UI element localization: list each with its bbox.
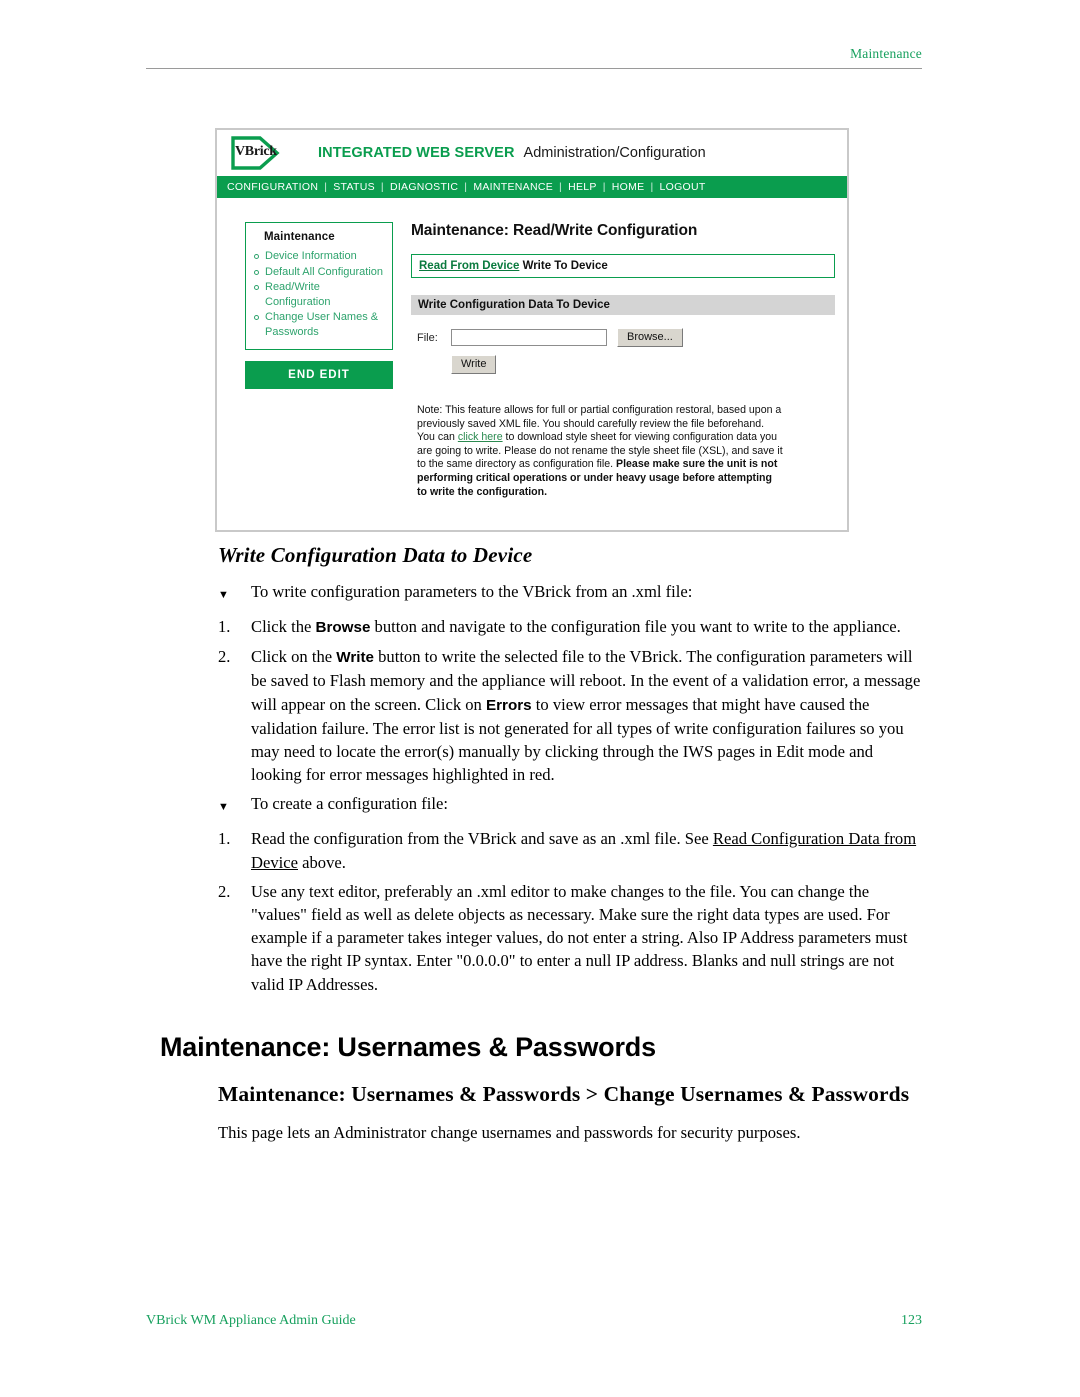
- sidebar-item-default-all-configuration[interactable]: Default All Configuration: [254, 265, 384, 280]
- nav-item-status[interactable]: STATUS: [333, 181, 375, 193]
- iws-sidebar: Maintenance Device Information Default A…: [245, 222, 393, 499]
- chapter-heading: Maintenance: Usernames & Passwords: [160, 1031, 656, 1062]
- section-header-write-configuration: Write Configuration Data To Device: [411, 295, 835, 315]
- bullet-icon: [254, 285, 259, 290]
- triangle-bullet-icon: ▼: [218, 589, 229, 601]
- end-edit-button[interactable]: END EDIT: [245, 361, 393, 389]
- intro-bullet-write: ▼ To write configuration parameters to t…: [218, 580, 922, 607]
- file-form-row: File: Browse...: [411, 328, 835, 347]
- sidebar-title: Maintenance: [264, 231, 335, 243]
- click-here-link[interactable]: click here: [458, 431, 503, 443]
- footer-guide-title: VBrick WM Appliance Admin Guide: [146, 1313, 356, 1328]
- body-paragraph: This page lets an Administrator change u…: [218, 1122, 801, 1142]
- nav-item-logout[interactable]: LOGOUT: [659, 181, 705, 193]
- nav-separator: |: [602, 181, 606, 193]
- sidebar-item-label: Change User Names & Passwords: [265, 311, 379, 338]
- list-number: 1.: [218, 617, 231, 636]
- text-bold-errors: Errors: [486, 696, 532, 714]
- iws-tab-bar: Read From Device Write To Device: [411, 254, 835, 278]
- list-number: 1.: [218, 829, 231, 849]
- write-button[interactable]: Write: [451, 355, 497, 374]
- bullet-icon: [254, 315, 259, 320]
- sidebar-item-label: Read/Write Configuration: [265, 281, 331, 308]
- nav-separator: |: [324, 181, 328, 193]
- sidebar-item-label: Default All Configuration: [265, 265, 384, 278]
- vbrick-logo-icon: VBrick: [230, 136, 284, 170]
- iws-brand-bar: VBrick INTEGRATED WEB SERVER Administrat…: [217, 130, 847, 176]
- nav-separator: |: [559, 181, 563, 193]
- list-number: 2.: [218, 647, 231, 667]
- sidebar-item-label: Device Information: [265, 250, 357, 262]
- nav-separator: |: [464, 181, 468, 193]
- text-pre: Click on the: [251, 647, 337, 667]
- footer-page-number: 123: [901, 1313, 922, 1328]
- list-item: 1. Click the Browse button and navigate …: [218, 615, 922, 639]
- nav-separator: |: [380, 181, 384, 193]
- sidebar-menu-box: Maintenance Device Information Default A…: [245, 222, 393, 350]
- vbrick-logo-text: VBrick: [235, 144, 277, 159]
- iws-screenshot-figure: VBrick INTEGRATED WEB SERVER Administrat…: [215, 128, 849, 532]
- intro-bullet-text: To create a configuration file:: [251, 794, 448, 814]
- nav-item-configuration[interactable]: CONFIGURATION: [227, 181, 318, 193]
- intro-bullet-create: ▼ To create a configuration file:: [218, 792, 922, 819]
- page-footer: VBrick WM Appliance Admin Guide 123: [146, 1313, 922, 1329]
- text-post: above.: [298, 852, 346, 872]
- list-item-text: Use any text editor, preferably an .xml …: [251, 881, 908, 994]
- file-input[interactable]: [451, 329, 607, 346]
- browse-button[interactable]: Browse...: [617, 328, 683, 347]
- list-item: 1. Read the configuration from the VBric…: [218, 827, 922, 873]
- sidebar-item-read-write-configuration[interactable]: Read/Write Configuration: [254, 280, 384, 309]
- tab-write-to-device[interactable]: Write To Device: [523, 260, 608, 272]
- text-post: button and navigate to the configuration…: [370, 617, 901, 636]
- bullet-icon: [254, 269, 259, 275]
- nav-item-help[interactable]: HELP: [568, 181, 597, 193]
- iws-page-title: Maintenance: Read/Write Configuration: [411, 222, 698, 239]
- iws-body: Maintenance Device Information Default A…: [217, 198, 847, 499]
- nav-item-home[interactable]: HOME: [612, 181, 645, 193]
- bullet-icon: [254, 254, 259, 259]
- header-divider: [146, 68, 922, 69]
- text-pre: Read the configuration from the VBrick a…: [251, 829, 713, 849]
- nav-item-maintenance[interactable]: MAINTENANCE: [473, 181, 553, 193]
- iws-main-content: Maintenance: Read/Write Configuration Re…: [393, 222, 847, 499]
- list-number: 2.: [218, 881, 231, 901]
- list-item: 2. Use any text editor, preferably an .x…: [218, 880, 922, 996]
- list-item-text: Read the configuration from the VBrick a…: [251, 827, 922, 873]
- tab-read-from-device[interactable]: Read From Device: [419, 260, 519, 272]
- iws-nav-bar[interactable]: CONFIGURATION | STATUS | DIAGNOSTIC | MA…: [217, 176, 847, 198]
- text-pre: Click the: [251, 617, 316, 636]
- text-bold-browse: Browse: [315, 619, 371, 636]
- sidebar-item-device-information[interactable]: Device Information: [254, 249, 384, 264]
- list-item: 2. Click on the Write button to write th…: [218, 645, 922, 786]
- section-heading: Maintenance: Usernames & Passwords > Cha…: [218, 1081, 910, 1106]
- iws-subtitle: Administration/Configuration: [523, 145, 706, 161]
- document-body: Write Configuration Data to Device ▼ To …: [160, 543, 922, 1144]
- nav-item-diagnostic[interactable]: DIAGNOSTIC: [390, 181, 458, 193]
- sub-heading-write-configuration: Write Configuration Data to Device: [218, 543, 533, 567]
- sidebar-item-change-user-names-passwords[interactable]: Change User Names & Passwords: [254, 310, 384, 339]
- configuration-note: Note: This feature allows for full or pa…: [411, 404, 783, 499]
- text-bold-write: Write: [336, 649, 374, 667]
- list-item-text: Click on the Write button to write the s…: [251, 645, 922, 786]
- iws-title: INTEGRATED WEB SERVER: [318, 145, 515, 161]
- running-header: Maintenance: [146, 46, 922, 69]
- triangle-bullet-icon: ▼: [218, 801, 229, 814]
- write-form-row: Write: [411, 355, 835, 374]
- file-label: File:: [417, 331, 438, 344]
- running-header-text: Maintenance: [850, 46, 922, 61]
- list-item-text: Click the Browse button and navigate to …: [251, 615, 922, 639]
- nav-separator: |: [650, 181, 654, 193]
- intro-bullet-text: To write configuration parameters to the…: [251, 582, 693, 601]
